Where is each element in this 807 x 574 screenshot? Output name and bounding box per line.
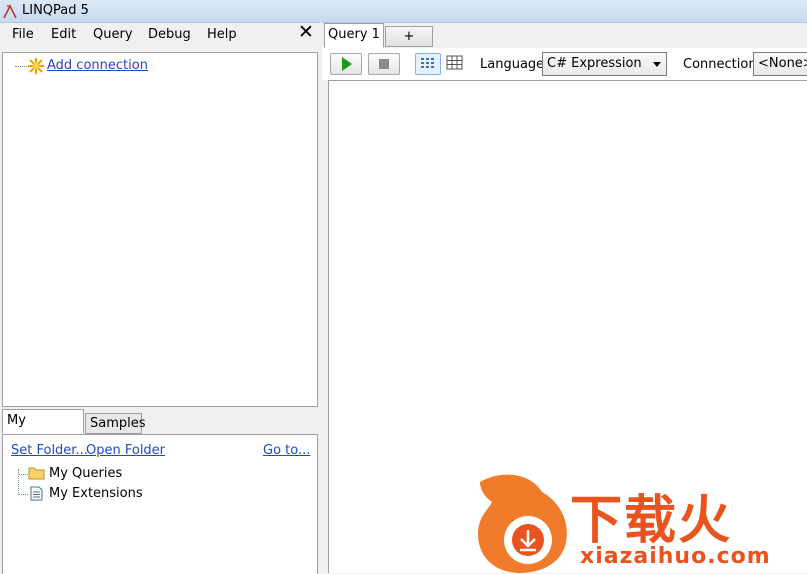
close-icon[interactable]: ✕ (298, 21, 314, 43)
add-connection-link[interactable]: Add connection (47, 58, 148, 73)
stop-icon (379, 59, 389, 69)
tree-connector (18, 474, 28, 475)
open-folder-link[interactable]: Open Folder (86, 443, 165, 458)
title-bar: LINQPad 5 (0, 0, 807, 23)
tab-query-1[interactable]: Query 1 (324, 23, 384, 48)
menu-help[interactable]: Help (207, 27, 237, 42)
menu-file[interactable]: File (12, 27, 34, 42)
flame-logo-icon (478, 474, 567, 573)
tab-my-queries[interactable]: My Queries (2, 409, 84, 450)
watermark: 下载火 xiazaihuo.com (470, 462, 807, 573)
run-icon (342, 57, 352, 71)
watermark-chinese-text: 下载火 (570, 491, 733, 551)
connection-value: <None> (758, 56, 807, 71)
editor-tab-strip: Query 1 + (324, 23, 807, 48)
chevron-down-icon (653, 62, 661, 67)
grid-results-button[interactable] (444, 53, 466, 75)
grid-results-icon (446, 55, 463, 70)
window-title: LINQPad 5 (22, 3, 89, 18)
menu-debug[interactable]: Debug (148, 27, 191, 42)
tree-item-my-queries[interactable]: My Queries (49, 466, 122, 481)
set-folder-link[interactable]: Set Folder... (11, 443, 88, 458)
tree-item-my-extensions[interactable]: My Extensions (49, 486, 143, 501)
menu-bar: File Edit Query Debug Help ✕ (0, 21, 322, 47)
my-queries-panel: Set Folder... Open Folder Go to... My Qu… (2, 434, 318, 574)
tab-samples[interactable]: Samples (85, 413, 146, 434)
rich-text-results-icon (421, 58, 434, 68)
connections-panel: Add connection (2, 52, 318, 407)
go-to-link[interactable]: Go to... (263, 443, 310, 458)
menu-edit[interactable]: Edit (51, 27, 76, 42)
tree-connector (18, 469, 19, 495)
menu-query[interactable]: Query (93, 27, 133, 42)
language-value: C# Expression (547, 56, 642, 71)
linqpad-lambda-icon (3, 4, 17, 19)
connection-select[interactable]: <None> (753, 52, 807, 76)
stop-button[interactable] (368, 53, 400, 75)
language-label: Language (480, 57, 545, 72)
language-select[interactable]: C# Expression (542, 52, 667, 76)
star-icon (28, 58, 44, 74)
query-toolbar: Language C# Expression Connection <None> (322, 48, 807, 80)
document-icon (30, 486, 43, 501)
run-button[interactable] (330, 53, 362, 75)
folder-icon (28, 467, 45, 480)
rich-text-results-button[interactable] (415, 53, 441, 75)
panel-splitter[interactable] (320, 22, 322, 573)
connection-label: Connection (683, 57, 757, 72)
watermark-url-text: xiazaihuo.com (580, 544, 771, 569)
new-query-tab-button[interactable]: + (385, 26, 433, 47)
tree-connector (18, 494, 28, 495)
